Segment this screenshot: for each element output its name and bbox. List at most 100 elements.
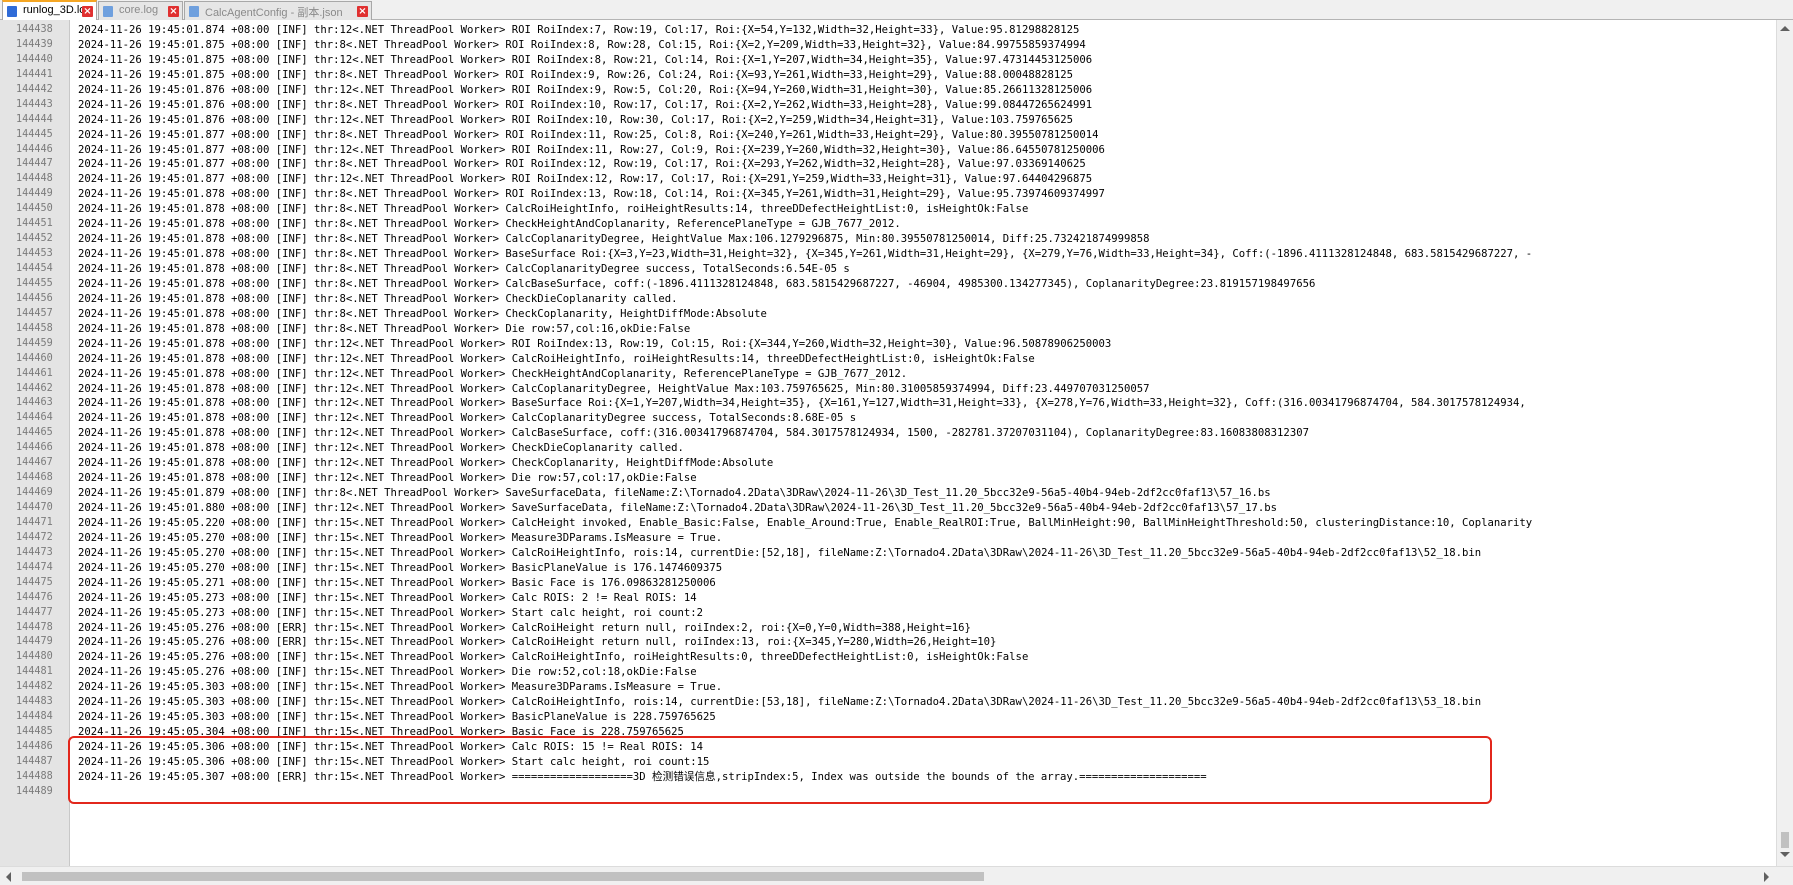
log-line: 144453 2024-11-26 19:45:01.878 +08:00 [IN… xyxy=(16,247,1533,262)
log-line: 144448 2024-11-26 19:45:01.877 +08:00 [IN… xyxy=(16,172,1532,187)
log-line-text: 2024-11-26 19:45:01.878 +08:00 [INF] thr… xyxy=(78,248,1533,261)
log-line-text: 2024-11-26 19:45:05.303 +08:00 [INF] thr… xyxy=(78,711,716,724)
log-line: 144479 2024-11-26 19:45:05.276 +08:00 [ER… xyxy=(16,635,1532,650)
log-line: 144470 2024-11-26 19:45:01.880 +08:00 [IN… xyxy=(16,501,1532,516)
log-line: 144484 2024-11-26 19:45:05.303 +08:00 [IN… xyxy=(16,710,1532,725)
log-line: 144441 2024-11-26 19:45:01.875 +08:00 [IN… xyxy=(16,68,1532,83)
line-number: 144480 xyxy=(16,651,53,663)
log-line-text: 2024-11-26 19:45:05.276 +08:00 [INF] thr… xyxy=(78,666,697,679)
log-lines: 144438 2024-11-26 19:45:01.874 +08:00 [IN… xyxy=(16,23,1533,800)
scroll-down-icon[interactable] xyxy=(1780,852,1790,857)
log-line: 144452 2024-11-26 19:45:01.878 +08:00 [IN… xyxy=(16,232,1532,247)
horizontal-scroll-thumb[interactable] xyxy=(22,872,984,881)
log-line-text: 2024-11-26 19:45:01.878 +08:00 [INF] thr… xyxy=(78,188,1105,201)
tab-label: core.log xyxy=(119,4,159,16)
log-line-text: 2024-11-26 19:45:01.878 +08:00 [INF] thr… xyxy=(78,427,1309,440)
line-number: 144451 xyxy=(16,218,53,230)
log-line: 144456 2024-11-26 19:45:01.878 +08:00 [IN… xyxy=(16,292,1532,307)
log-line: 144467 2024-11-26 19:45:01.878 +08:00 [IN… xyxy=(16,456,1532,471)
scroll-right-icon[interactable] xyxy=(1764,872,1769,882)
close-tab-icon[interactable]: × xyxy=(357,6,368,17)
log-line: 144440 2024-11-26 19:45:01.875 +08:00 [IN… xyxy=(16,53,1532,68)
log-line-text: 2024-11-26 19:45:01.874 +08:00 [INF] thr… xyxy=(78,24,1080,36)
log-line: 144439 2024-11-26 19:45:01.875 +08:00 [IN… xyxy=(16,38,1532,53)
line-number: 144463 xyxy=(16,397,53,409)
log-line: 144450 2024-11-26 19:45:01.878 +08:00 [IN… xyxy=(16,202,1532,217)
tab-core-log[interactable]: core.log × xyxy=(98,1,183,20)
log-line-text: 2024-11-26 19:45:05.276 +08:00 [ERR] thr… xyxy=(78,621,971,634)
line-number: 144441 xyxy=(16,68,53,80)
log-line-text: 2024-11-26 19:45:01.878 +08:00 [INF] thr… xyxy=(78,263,850,275)
log-line: 144458 2024-11-26 19:45:01.878 +08:00 [IN… xyxy=(16,322,1532,337)
line-number: 144438 xyxy=(16,24,53,35)
line-number: 144468 xyxy=(16,472,53,484)
log-line-text: 2024-11-26 19:45:01.875 +08:00 [INF] thr… xyxy=(78,68,1073,81)
close-tab-icon[interactable]: × xyxy=(168,6,179,17)
line-number: 144475 xyxy=(16,576,53,588)
line-number: 144469 xyxy=(16,487,53,499)
line-number: 144487 xyxy=(16,755,53,767)
line-number: 144472 xyxy=(16,531,53,543)
log-line-text: 2024-11-26 19:45:01.878 +08:00 [INF] thr… xyxy=(78,307,767,320)
line-number: 144471 xyxy=(16,516,53,528)
line-number: 144477 xyxy=(16,606,53,618)
line-number: 144466 xyxy=(16,442,53,454)
log-line-text: 2024-11-26 19:45:05.273 +08:00 [INF] thr… xyxy=(78,606,704,619)
line-number: 144446 xyxy=(16,143,53,155)
log-line: 144488 2024-11-26 19:45:05.307 +08:00 [ER… xyxy=(16,770,1532,785)
line-number: 144457 xyxy=(16,307,53,319)
line-number: 144476 xyxy=(16,591,53,603)
line-number: 144452 xyxy=(16,233,53,245)
line-number: 144488 xyxy=(16,770,53,782)
line-number: 144483 xyxy=(16,696,53,708)
log-line-text: 2024-11-26 19:45:05.276 +08:00 [ERR] thr… xyxy=(78,636,997,649)
log-line-text: 2024-11-26 19:45:05.303 +08:00 [INF] thr… xyxy=(78,696,1482,709)
horizontal-scrollbar[interactable] xyxy=(0,866,1793,885)
line-number: 144461 xyxy=(16,367,53,379)
scroll-up-icon[interactable] xyxy=(1780,26,1790,31)
line-number: 144449 xyxy=(16,188,53,200)
log-line: 144475 2024-11-26 19:45:05.271 +08:00 [IN… xyxy=(16,576,1532,591)
line-number: 144458 xyxy=(16,322,53,334)
log-line-text: 2024-11-26 19:45:01.877 +08:00 [INF] thr… xyxy=(78,128,1099,141)
line-number: 144445 xyxy=(16,128,53,140)
close-tab-icon[interactable]: × xyxy=(82,6,93,17)
log-line-text: 2024-11-26 19:45:01.878 +08:00 [INF] thr… xyxy=(78,277,1316,290)
scroll-left-icon[interactable] xyxy=(6,872,11,882)
line-number: 144450 xyxy=(16,203,53,215)
log-line-text: 2024-11-26 19:45:05.303 +08:00 [INF] thr… xyxy=(78,681,723,694)
vertical-scroll-thumb[interactable] xyxy=(1781,832,1789,848)
log-line-text: 2024-11-26 19:45:01.876 +08:00 [INF] thr… xyxy=(78,83,1093,96)
log-line-text: 2024-11-26 19:45:01.878 +08:00 [INF] thr… xyxy=(78,233,1150,246)
log-line-text: 2024-11-26 19:45:01.876 +08:00 [INF] thr… xyxy=(78,113,1073,126)
log-line: 144480 2024-11-26 19:45:05.276 +08:00 [IN… xyxy=(16,650,1532,665)
file-icon xyxy=(7,6,17,17)
log-line: 144478 2024-11-26 19:45:05.276 +08:00 [ER… xyxy=(16,621,1532,636)
line-number: 144447 xyxy=(16,158,53,170)
tab-runlog-3d[interactable]: runlog_3D.log × xyxy=(2,0,97,21)
line-number: 144443 xyxy=(16,98,53,110)
log-line: 144461 2024-11-26 19:45:01.878 +08:00 [IN… xyxy=(16,367,1532,382)
log-line-text: 2024-11-26 19:45:01.878 +08:00 [INF] thr… xyxy=(78,442,684,455)
log-line: 144472 2024-11-26 19:45:05.270 +08:00 [IN… xyxy=(16,531,1532,546)
log-line: 144463 2024-11-26 19:45:01.878 +08:00 [IN… xyxy=(16,396,1532,411)
line-number: 144442 xyxy=(16,83,53,95)
vertical-scrollbar[interactable] xyxy=(1776,20,1793,866)
log-line: 144481 2024-11-26 19:45:05.276 +08:00 [IN… xyxy=(16,665,1532,680)
line-number: 144473 xyxy=(16,546,53,558)
log-line-text: 2024-11-26 19:45:01.878 +08:00 [INF] thr… xyxy=(78,412,857,425)
log-line-text: 2024-11-26 19:45:01.879 +08:00 [INF] thr… xyxy=(78,487,1271,500)
line-number: 144478 xyxy=(16,621,53,633)
log-editor[interactable]: 144438 2024-11-26 19:45:01.874 +08:00 [IN… xyxy=(16,20,1776,866)
line-number: 144464 xyxy=(16,412,53,424)
log-line-text: 2024-11-26 19:45:01.877 +08:00 [INF] thr… xyxy=(78,173,1093,186)
line-number: 144456 xyxy=(16,292,53,304)
tab-calc-agent-config[interactable]: CalcAgentConfig - 副本.json × xyxy=(184,1,372,20)
log-line: 144471 2024-11-26 19:45:05.220 +08:00 [IN… xyxy=(16,516,1532,531)
log-line: 144487 2024-11-26 19:45:05.306 +08:00 [IN… xyxy=(16,755,1532,770)
log-line-text: 2024-11-26 19:45:01.878 +08:00 [INF] thr… xyxy=(78,397,1526,410)
log-line: 144443 2024-11-26 19:45:01.876 +08:00 [IN… xyxy=(16,98,1532,113)
line-number: 144459 xyxy=(16,337,53,349)
log-line-text: 2024-11-26 19:45:05.271 +08:00 [INF] thr… xyxy=(78,576,716,589)
line-number: 144448 xyxy=(16,173,53,185)
